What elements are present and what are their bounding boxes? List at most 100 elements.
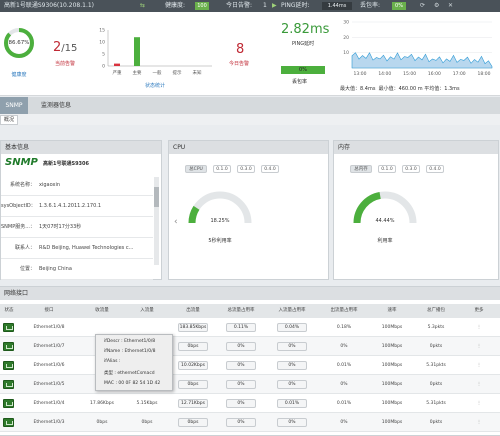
interfaces-panel: 网络接口 状态 接口 收流量 入流量 出流量 总流量占用率 入流量占用率 出流量占用率 速率 总广…: [0, 286, 500, 436]
alarm-category-label: 一般: [153, 69, 162, 76]
close-icon[interactable]: ✕: [448, 0, 453, 12]
column-header[interactable]: 收流量: [80, 304, 124, 318]
ping-x-tick: 16:00: [428, 71, 441, 77]
cell-speed: 100Mbps: [381, 382, 403, 387]
usage-tot: 0%: [226, 418, 256, 427]
memory-panel: 内存 总内存 0.1.0 0.3.0 0.4.0 44.44% 利用率: [333, 140, 499, 280]
alarm-total: /15: [61, 43, 78, 54]
usage-tot: 0.11%: [226, 323, 256, 332]
info-value: 1天07时17分33秒: [39, 224, 82, 230]
alarm-y-tick: 0: [102, 64, 105, 70]
loss-badge: 0%: [392, 2, 406, 10]
pill-cpu-2[interactable]: 0.3.0: [237, 165, 255, 173]
info-row: sysObjectID： 1.3.6.1.4.1.2011.2.170.1: [1, 196, 153, 217]
column-header[interactable]: 出流量占用率: [318, 304, 370, 318]
device-name: 高新1号联通S9306: [43, 161, 89, 167]
ping-latency-chart: 30 20 10 13:00 14:00 15:00 16:00 17:00 18:00: [343, 20, 493, 77]
info-value: Beijing China: [39, 266, 72, 272]
memory-label: 利用率: [377, 238, 393, 244]
more-icon[interactable]: ⋮: [458, 318, 500, 337]
alarm-stats-label: 状态统计: [145, 83, 166, 89]
scrollbar[interactable]: [154, 177, 159, 265]
pill-mem-2[interactable]: 0.3.0: [402, 165, 420, 173]
pill-mem-3[interactable]: 0.4.0: [426, 165, 444, 173]
column-header[interactable]: 入流量: [124, 304, 170, 318]
interface-status-icon[interactable]: [3, 323, 14, 332]
pill-cpu-3[interactable]: 0.4.0: [261, 165, 279, 173]
loss-label: 丢包率:: [360, 2, 381, 9]
table-row[interactable]: Ethernet1/0/6 10.02Kbps 0% 0% 0.01% 100Mbps 5.…: [0, 356, 500, 375]
interface-status-icon[interactable]: [3, 380, 14, 389]
ping-x-tick: 14:00: [378, 71, 391, 77]
cell-speed: 100Mbps: [381, 420, 403, 425]
interface-status-icon[interactable]: [3, 361, 14, 370]
chevron-left-icon[interactable]: ‹: [174, 217, 178, 227]
interface-tooltip: ifDescr : Ethernet1/0/8 ifName : Etherne…: [95, 334, 173, 391]
interface-status-icon[interactable]: [3, 399, 14, 408]
current-alarm-label: 当前告警: [55, 61, 76, 67]
pill-cpu-0[interactable]: 总CPU: [185, 165, 207, 173]
tab-snmp[interactable]: SNMP: [0, 97, 28, 114]
usage-outb: 10.02Kbps: [178, 361, 208, 370]
cpu-label: 5秒利用率: [208, 238, 232, 244]
ping-y-tick: 10: [343, 50, 349, 56]
snmp-logo: SNMP: [5, 157, 38, 168]
cell-outp: 0%: [340, 420, 348, 425]
ping-x-tick: 15:00: [403, 71, 416, 77]
cell-bc: 5.31pkts: [426, 363, 446, 368]
alarm-status-chart: 15 10 5 0 严重 主要 一般 提示 未知: [99, 28, 212, 76]
interfaces-header: 状态 接口 收流量 入流量 出流量 总流量占用率 入流量占用率 出流量占用率 速率 总广播包 更多: [0, 304, 500, 318]
ping-x-tick: 17:00: [453, 71, 466, 77]
pill-mem-1[interactable]: 0.1.0: [378, 165, 396, 173]
column-header[interactable]: 速率: [370, 304, 414, 318]
more-icon[interactable]: ⋮: [458, 356, 500, 375]
cell-speed: 100Mbps: [381, 344, 403, 349]
pill-mem-0[interactable]: 总内存: [350, 165, 372, 173]
cell-name[interactable]: Ethernet1/0/7: [18, 337, 80, 356]
cell-name[interactable]: Ethernet1/0/6: [18, 356, 80, 375]
interface-status-icon[interactable]: [3, 342, 14, 351]
more-icon[interactable]: ⋮: [458, 375, 500, 394]
more-icon[interactable]: ⋮: [458, 394, 500, 413]
memory-value: 44.44%: [375, 218, 395, 224]
column-header[interactable]: 入流量占用率: [266, 304, 318, 318]
cell-name[interactable]: Ethernet1/0/3: [18, 413, 80, 432]
health-label: 健康度: [11, 72, 27, 78]
tab-overview[interactable]: 概况: [0, 115, 18, 125]
main-tabs: SNMP 监测器信息: [0, 97, 500, 114]
column-header[interactable]: 更多: [458, 304, 500, 318]
more-icon[interactable]: ⋮: [458, 337, 500, 356]
table-row[interactable]: Ethernet1/0/8 183.85Kbps 0.11% 0.04% 0.18% 10…: [0, 318, 500, 337]
usage-outb: 0bps: [178, 342, 208, 351]
basic-info-title: 基本信息: [1, 141, 161, 154]
column-header[interactable]: 出流量: [170, 304, 216, 318]
table-row[interactable]: Ethernet1/0/4 17.86Kbps 5.15Kbps 12.71Kbps 0…: [0, 394, 500, 413]
ping-y-tick: 30: [343, 20, 349, 26]
column-header[interactable]: 状态: [0, 304, 18, 318]
more-icon[interactable]: ⋮: [458, 413, 500, 432]
settings-icon[interactable]: ⚙: [434, 0, 439, 12]
cell-name[interactable]: Ethernet1/0/5: [18, 375, 80, 394]
pill-cpu-1[interactable]: 0.1.0: [213, 165, 231, 173]
cell-bc: 5.3pkts: [427, 325, 445, 330]
table-row[interactable]: Ethernet1/0/7 0bps 0% 0% 0% 100Mbps 0pkts ⋮: [0, 337, 500, 356]
cell-outp: 0.01%: [336, 363, 352, 368]
cell-outp: 0%: [340, 344, 348, 349]
health-label: 健康度:: [165, 2, 186, 9]
cell-name[interactable]: Ethernet1/0/8: [18, 318, 80, 337]
refresh-icon[interactable]: ⟳: [420, 0, 425, 12]
cell-bc: 5.31pkts: [426, 401, 446, 406]
interface-status-icon[interactable]: [3, 418, 14, 427]
table-row[interactable]: Ethernet1/0/5 0bps 0% 0% 0% 100Mbps 0pkts ⋮: [0, 375, 500, 394]
tab-monitor-info[interactable]: 监测器信息: [32, 97, 80, 114]
cell-rx: 0bps: [96, 420, 108, 425]
column-header[interactable]: 接口: [18, 304, 80, 318]
cell-name[interactable]: Ethernet1/0/4: [18, 394, 80, 413]
column-header[interactable]: 总广播包: [414, 304, 458, 318]
alarms-label: 今日告警:: [226, 2, 253, 9]
column-header[interactable]: 总流量占用率: [216, 304, 266, 318]
alarm-bar: [114, 63, 120, 66]
usage-outb: 0bps: [178, 418, 208, 427]
table-row[interactable]: Ethernet1/0/3 0bps 0bps 0bps 0% 0% 0% 100Mbps 0p…: [0, 413, 500, 432]
current-alarm-count: 2/15: [53, 40, 77, 55]
